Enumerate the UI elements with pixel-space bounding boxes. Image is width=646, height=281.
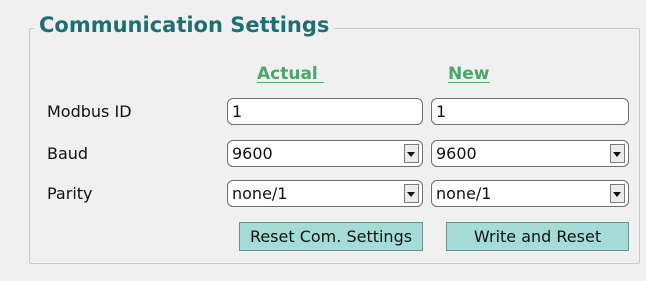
chevron-down-icon[interactable]	[404, 184, 419, 203]
reset-com-settings-button[interactable]: Reset Com. Settings	[239, 222, 423, 251]
column-header-actual: Actual	[257, 64, 324, 84]
baud-new-select[interactable]: 9600	[431, 140, 629, 167]
write-and-reset-button[interactable]: Write and Reset	[446, 222, 629, 251]
chevron-down-icon[interactable]	[610, 144, 625, 163]
panel-title: Communication Settings	[34, 10, 335, 40]
baud-label: Baud	[47, 144, 89, 163]
parity-label: Parity	[47, 184, 93, 203]
modbus-id-label: Modbus ID	[47, 102, 132, 121]
parity-new-value: none/1	[436, 184, 492, 203]
chevron-down-icon[interactable]	[404, 144, 419, 163]
chevron-down-icon[interactable]	[610, 184, 625, 203]
baud-new-value: 9600	[436, 144, 477, 163]
parity-new-select[interactable]: none/1	[431, 180, 629, 207]
baud-actual-select[interactable]: 9600	[227, 140, 423, 167]
parity-actual-select[interactable]: none/1	[227, 180, 423, 207]
parity-actual-value: none/1	[232, 184, 288, 203]
column-header-new: New	[448, 64, 490, 84]
modbus-id-new-field[interactable]: 1	[431, 98, 629, 125]
modbus-id-actual-field[interactable]: 1	[227, 98, 423, 125]
baud-actual-value: 9600	[232, 144, 273, 163]
